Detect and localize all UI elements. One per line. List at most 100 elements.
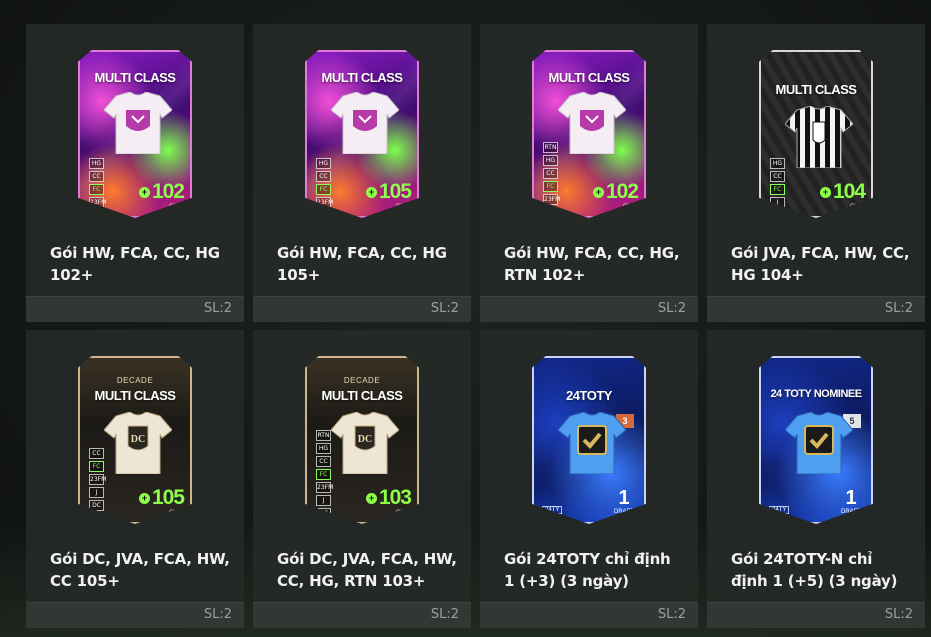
- card-subheader: DECADE: [116, 376, 154, 385]
- card-tag: CC: [89, 448, 104, 459]
- ovr-label: OVR: [849, 204, 863, 210]
- card-tag: FC: [543, 181, 558, 192]
- card-tag: FC: [89, 184, 104, 195]
- card-tag: FC: [770, 184, 785, 195]
- card-tag: CC: [770, 171, 785, 182]
- pack-card-image: 24TOTY 3 1 DRAFT 24TY: [532, 356, 646, 524]
- ovr-label: OVR: [168, 204, 182, 210]
- ovr-label: OVR: [395, 204, 409, 210]
- card-subheader: DECADE: [343, 376, 381, 385]
- pack-title: Gói DC, JVA, FCA, HW, CC 105+: [50, 550, 230, 590]
- card-ovr: +105: [138, 486, 185, 510]
- draft-label: DRAFT: [614, 509, 634, 515]
- pack-card-image: MULTI CLASS HG CC FC 23FM +102 OVR: [78, 50, 192, 218]
- jersey-icon: DC: [104, 412, 172, 474]
- card-tag: HG: [316, 443, 331, 454]
- card-header: MULTI CLASS: [321, 70, 403, 85]
- card-tag: HG: [543, 155, 558, 166]
- card-header: MULTI CLASS: [94, 70, 176, 85]
- card-tag: 23FM: [89, 474, 107, 485]
- draft-number: 1: [845, 487, 857, 509]
- pack-grid: MULTI CLASS HG CC FC 23FM +102 OVR Gói H…: [26, 24, 925, 628]
- card-tag: 23FM: [89, 197, 107, 208]
- plus-icon: +: [819, 186, 831, 198]
- pack-item[interactable]: 24 TOTY NOMINEE 5 1 DRAFT 24TY Gói 24TOTY…: [707, 330, 925, 628]
- card-header: 24TOTY: [566, 388, 612, 403]
- card-tag: J: [89, 487, 104, 498]
- card-tag: CC: [316, 171, 331, 182]
- pack-item[interactable]: MULTI CLASS HG CC FC 23FM +102 OVR Gói H…: [26, 24, 244, 322]
- plus-icon: +: [138, 492, 150, 504]
- pack-quantity: SL:2: [203, 607, 232, 622]
- pack-card-image: DECADE MULTI CLASS DC CC FC 23FM J DC +1…: [78, 356, 192, 524]
- card-ovr: +104: [819, 180, 866, 204]
- ovr-value: 102: [151, 180, 185, 203]
- card-tag: CC: [543, 168, 558, 179]
- card-tag: HG: [89, 158, 104, 169]
- ovr-label: OVR: [395, 510, 409, 516]
- card-header: MULTI CLASS: [321, 388, 403, 403]
- pack-card-image: MULTI CLASS RTN HG CC FC 23FM +102 OVR: [532, 50, 646, 218]
- card-tag: HG: [770, 158, 785, 169]
- pack-item[interactable]: MULTI CLASS RTN HG CC FC 23FM +102 OVR G…: [480, 24, 698, 322]
- svg-text:DC: DC: [131, 434, 145, 445]
- pack-quantity: SL:2: [884, 607, 913, 622]
- jersey-icon: DC: [331, 412, 399, 474]
- pack-item[interactable]: MULTI CLASS HG CC FC J +104 OVR Gói JVA,…: [707, 24, 925, 322]
- pack-item[interactable]: MULTI CLASS HG CC FC 23FM +105 OVR Gói H…: [253, 24, 471, 322]
- ovr-value: 102: [605, 180, 639, 203]
- card-ovr: +103: [365, 486, 412, 510]
- draft-label: DRAFT: [841, 509, 861, 515]
- pack-title: Gói HW, FCA, CC, HG 102+: [50, 244, 220, 284]
- draft-count: 1 DRAFT: [614, 488, 634, 516]
- jersey-icon: [558, 412, 626, 474]
- card-tag: FC: [316, 469, 331, 480]
- card-badge: 24TY: [542, 506, 563, 514]
- card-header: MULTI CLASS: [548, 70, 630, 85]
- plus-icon: +: [365, 492, 377, 504]
- pack-title: Gói 24TOTY-N chỉ định 1 (+5) (3 ngày): [731, 550, 898, 590]
- card-tags: HG CC FC 23FM: [89, 158, 107, 208]
- jersey-icon: [785, 106, 853, 168]
- card-header: MULTI CLASS: [775, 82, 857, 97]
- pack-item[interactable]: 24TOTY 3 1 DRAFT 24TY Gói 24TOTY chỉ định…: [480, 330, 698, 628]
- card-tag: FC: [316, 184, 331, 195]
- card-tag: RTN: [543, 142, 558, 153]
- svg-text:DC: DC: [358, 434, 372, 445]
- ovr-value: 105: [378, 180, 412, 203]
- card-tag: DC: [89, 500, 104, 511]
- pack-item[interactable]: DECADE MULTI CLASS DC RTN HG CC FC 23FM …: [253, 330, 471, 628]
- pack-quantity: SL:2: [657, 301, 686, 316]
- ovr-label: OVR: [622, 204, 636, 210]
- card-tag: J: [770, 197, 785, 208]
- draft-number: 1: [618, 487, 630, 509]
- card-tag: DC: [316, 508, 331, 519]
- card-tag: CC: [89, 171, 104, 182]
- card-tag: FC: [89, 461, 104, 472]
- jersey-icon: [558, 92, 626, 154]
- pack-quantity: SL:2: [430, 607, 459, 622]
- pack-quantity: SL:2: [884, 301, 913, 316]
- pack-quantity: SL:2: [657, 607, 686, 622]
- card-ovr: +105: [365, 180, 412, 204]
- pack-title: Gói HW, FCA, CC, HG, RTN 102+: [504, 244, 680, 284]
- jersey-icon: [104, 92, 172, 154]
- pack-title: Gói HW, FCA, CC, HG 105+: [277, 244, 447, 284]
- pack-card-image: MULTI CLASS HG CC FC 23FM +105 OVR: [305, 50, 419, 218]
- pack-title: Gói JVA, FCA, HW, CC, HG 104+: [731, 244, 910, 284]
- pack-card-image: 24 TOTY NOMINEE 5 1 DRAFT 24TY: [759, 356, 873, 524]
- pack-card-image: MULTI CLASS HG CC FC J +104 OVR: [759, 50, 873, 218]
- pack-quantity: SL:2: [430, 301, 459, 316]
- card-tag: CC: [316, 456, 331, 467]
- card-tag: RTN: [316, 430, 331, 441]
- card-header: MULTI CLASS: [94, 388, 176, 403]
- pack-card-image: DECADE MULTI CLASS DC RTN HG CC FC 23FM …: [305, 356, 419, 524]
- card-tags: RTN HG CC FC 23FM J DC: [316, 430, 333, 519]
- card-tags: RTN HG CC FC 23FM: [543, 142, 561, 205]
- jersey-icon: [331, 92, 399, 154]
- pack-item[interactable]: DECADE MULTI CLASS DC CC FC 23FM J DC +1…: [26, 330, 244, 628]
- card-tag: 23FM: [543, 194, 561, 205]
- plus-icon: +: [365, 186, 377, 198]
- card-tag: 23FM: [316, 197, 334, 208]
- draft-count: 1 DRAFT: [841, 488, 861, 516]
